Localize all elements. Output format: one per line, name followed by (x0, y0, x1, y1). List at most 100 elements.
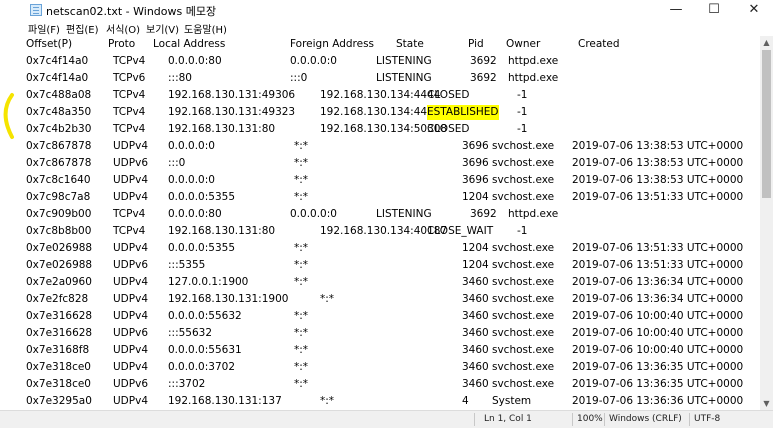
cell-proto: UDPv6 (113, 259, 148, 271)
cell-proto: UDPv4 (113, 276, 148, 288)
cell-created: 2019-07-06 13:36:34 UTC+0000 (572, 276, 744, 288)
text-line: 0x7c4f14a0 TCPv6:::80:::0 LISTENING 3692 htt… (22, 70, 758, 87)
yellow-annotation-mark (3, 93, 14, 139)
minimize-button[interactable]: — (657, 0, 695, 20)
cell-offset: 0x7e3168f8 (26, 344, 90, 356)
cell-state: LISTENING (376, 72, 432, 84)
cell-local: 0.0.0.0:3702 (168, 361, 235, 373)
header-created: Created (578, 38, 620, 50)
status-divider (474, 413, 475, 426)
cell-owner: svchost.exe (492, 327, 555, 339)
cell-foreign: *:* (320, 395, 335, 407)
header-owner: Owner (506, 38, 541, 50)
cell-offset: 0x7e3295a0 (26, 395, 92, 407)
cell-state: CLOSED (427, 89, 470, 101)
status-bar: Ln 1, Col 1 100% Windows (CRLF) UTF-8 (0, 410, 773, 428)
cell-proto: UDPv4 (113, 293, 148, 305)
cell-foreign: *:* (294, 242, 309, 254)
cell-pid: 3460 (462, 327, 489, 339)
cell-proto: UDPv4 (113, 310, 148, 322)
cell-pid: 3692 (470, 72, 497, 84)
text-line: 0x7e2a0960 UDPv4 127.0.0.1:1900 *:* 3460 svch… (22, 274, 758, 291)
cell-proto: UDPv6 (113, 157, 148, 169)
close-button[interactable]: ✕ (735, 0, 773, 20)
cell-created: 2019-07-06 13:51:33 UTC+0000 (572, 191, 744, 203)
menu-edit[interactable]: 편집(E) (66, 21, 99, 36)
cell-state: CLOSED (427, 123, 470, 135)
text-line: 0x7e3168f8 UDPv4 0.0.0.0:55631 *:* 3460 svcho… (22, 342, 758, 359)
cell-owner: httpd.exe (508, 72, 559, 84)
cell-foreign: *:* (294, 344, 309, 356)
text-editor[interactable]: Offset(P) Proto Local Address Foreign Ad… (22, 36, 758, 410)
scroll-up-arrow-icon[interactable]: ▲ (760, 36, 773, 49)
cell-offset: 0x7e026988 (26, 259, 93, 271)
cell-proto: UDPv4 (113, 174, 148, 186)
cell-local: :::55632 (168, 327, 213, 339)
cell-owner: svchost.exe (492, 344, 555, 356)
text-line: 0x7c8c1640 UDPv4 0.0.0.0:0 *:* 3696 svchost.e… (22, 172, 758, 189)
header-foreign: Foreign Address (290, 38, 375, 50)
cell-owner: svchost.exe (492, 293, 555, 305)
scroll-thumb[interactable] (762, 50, 771, 198)
cell-pid: 3696 (462, 174, 489, 186)
cell-foreign: *:* (294, 327, 309, 339)
cell-foreign: *:* (294, 361, 309, 373)
vertical-scrollbar[interactable]: ▲ ▼ (760, 36, 773, 410)
cell-proto: TCPv6 (113, 72, 146, 84)
menu-view[interactable]: 보기(V) (146, 21, 179, 36)
text-line: 0x7e026988 UDPv6:::5355 *:* 1204 svchost.exe… (22, 257, 758, 274)
cell-local: :::3702 (168, 378, 206, 390)
cell-local: 192.168.130.131:80 (168, 225, 276, 237)
menu-bar: 파일(F) 편집(E) 서식(O) 보기(V) 도움말(H) (0, 20, 773, 36)
cell-pid: -1 (517, 123, 528, 135)
status-divider (572, 413, 573, 426)
cell-local: 192.168.130.131:49306 (168, 89, 296, 101)
cell-pid: 1204 (462, 191, 489, 203)
cell-owner: svchost.exe (492, 174, 555, 186)
cell-foreign: *:* (294, 157, 309, 169)
cell-proto: UDPv4 (113, 242, 148, 254)
cell-state: CLOSE_WAIT (427, 225, 494, 237)
cell-pid: 3696 (462, 157, 489, 169)
cell-local: 192.168.130.131:49323 (168, 106, 296, 118)
cell-offset: 0x7c8b8b00 (26, 225, 92, 237)
cell-offset: 0x7e318ce0 (26, 361, 91, 373)
cell-offset: 0x7c488a08 (26, 89, 92, 101)
cell-proto: UDPv4 (113, 361, 148, 373)
menu-help[interactable]: 도움말(H) (184, 21, 227, 36)
cell-local: 0.0.0.0:80 (168, 208, 222, 220)
cell-offset: 0x7c867878 (26, 140, 92, 152)
cell-offset: 0x7e318ce0 (26, 378, 91, 390)
text-line: 0x7c4b2b30 TCPv4 192.168.130.131:80 192.168… (22, 121, 758, 138)
cell-owner: svchost.exe (492, 361, 555, 373)
cell-proto: TCPv4 (113, 208, 146, 220)
cell-created: 2019-07-06 13:38:53 UTC+0000 (572, 157, 744, 169)
status-divider (604, 413, 605, 426)
status-divider (689, 413, 690, 426)
cell-pid: 3460 (462, 310, 489, 322)
cell-proto: TCPv4 (113, 123, 146, 135)
cell-owner: svchost.exe (492, 157, 555, 169)
scroll-down-arrow-icon[interactable]: ▼ (760, 397, 773, 410)
cell-local: :::0 (168, 157, 186, 169)
cell-offset: 0x7c98c7a8 (26, 191, 91, 203)
cell-created: 2019-07-06 13:36:34 UTC+0000 (572, 293, 744, 305)
menu-file[interactable]: 파일(F) (28, 21, 60, 36)
header-local: Local Address (153, 38, 226, 50)
cell-local: :::5355 (168, 259, 206, 271)
menu-format[interactable]: 서식(O) (106, 21, 140, 36)
cell-owner: svchost.exe (492, 378, 555, 390)
cell-created: 2019-07-06 13:51:33 UTC+0000 (572, 242, 744, 254)
text-line: 0x7e318ce0 UDPv6:::3702 *:* 3460 svchost.exe… (22, 376, 758, 393)
text-line: 0x7c909b00 TCPv4 0.0.0.0:80 0.0.0.0:0 LISTEN… (22, 206, 758, 223)
cursor-position: Ln 1, Col 1 (484, 414, 532, 424)
cell-created: 2019-07-06 13:36:35 UTC+0000 (572, 361, 744, 373)
cell-foreign: *:* (294, 310, 309, 322)
line-ending: Windows (CRLF) (609, 414, 682, 424)
cell-offset: 0x7e2a0960 (26, 276, 92, 288)
cell-owner: svchost.exe (492, 140, 555, 152)
cell-created: 2019-07-06 13:51:33 UTC+0000 (572, 259, 744, 271)
cell-owner: svchost.exe (492, 259, 555, 271)
cell-created: 2019-07-06 13:38:53 UTC+0000 (572, 140, 744, 152)
maximize-button[interactable]: ☐ (695, 0, 733, 20)
